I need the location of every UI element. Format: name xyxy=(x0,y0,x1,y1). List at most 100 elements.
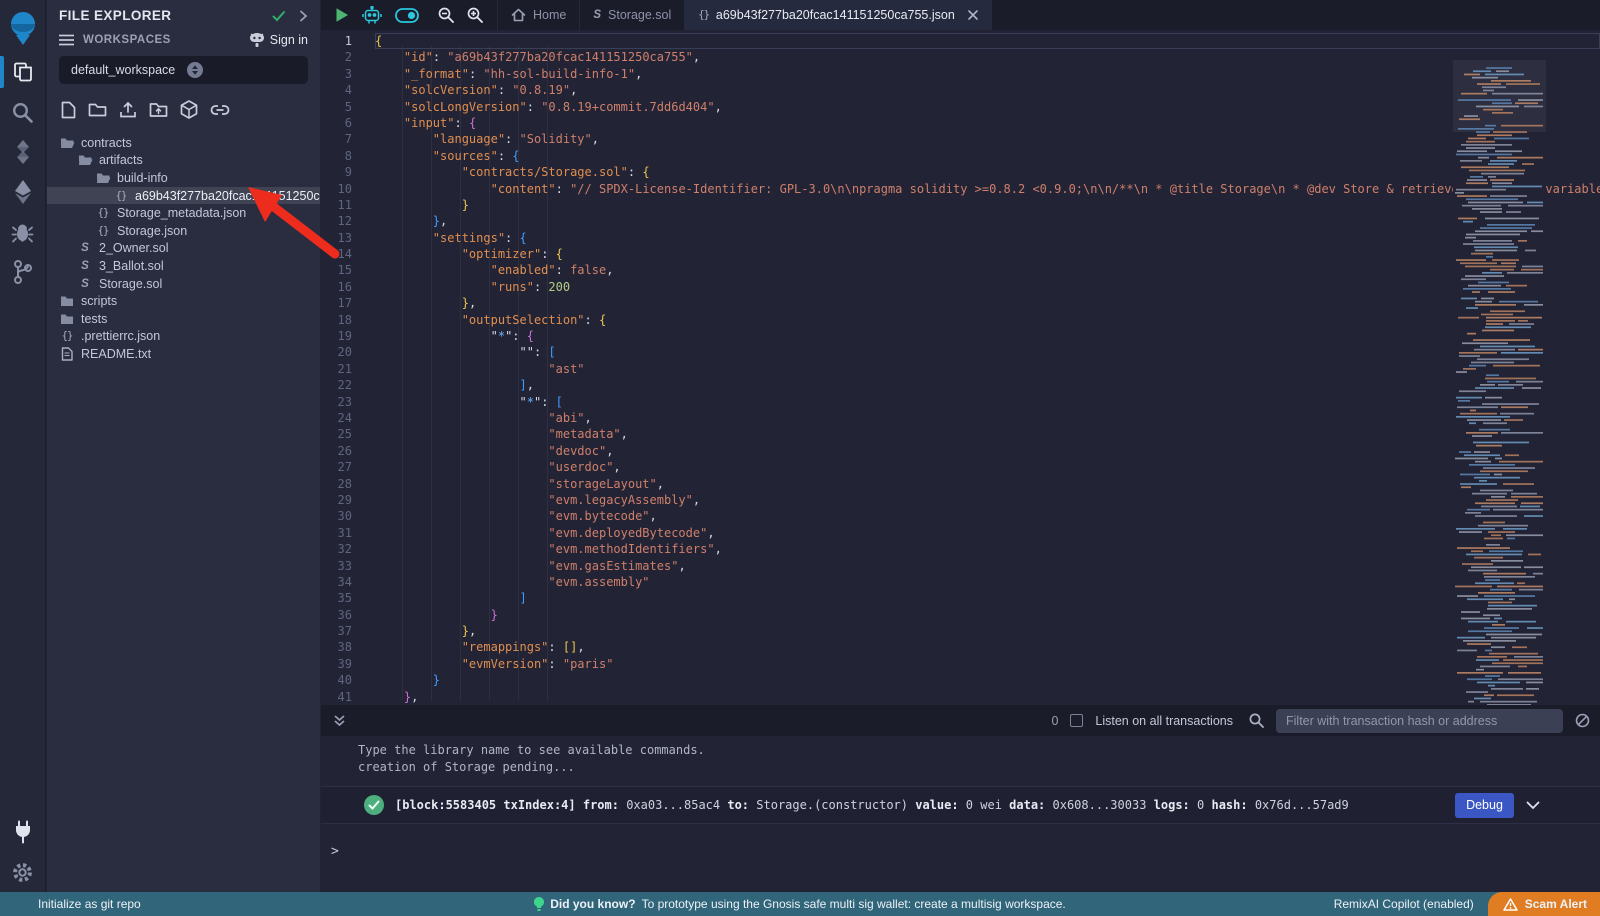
chevron-right-icon[interactable] xyxy=(299,10,308,22)
code-line[interactable]: 23 "*": [ xyxy=(321,394,1600,410)
solidity-compiler-icon[interactable] xyxy=(0,132,46,172)
settings-icon[interactable] xyxy=(0,852,46,892)
editor-tabbar: HomeSStorage.sol{}a69b43f277ba20fcac1411… xyxy=(321,0,1600,30)
plugin-manager-icon[interactable] xyxy=(0,812,46,852)
code-line[interactable]: 3 "_format": "hh-sol-build-info-1", xyxy=(321,66,1600,82)
tree-item-3-ballot-sol[interactable]: S3_Ballot.sol xyxy=(47,257,320,275)
run-script-icon[interactable] xyxy=(335,7,349,23)
code-line[interactable]: 31 "evm.deployedBytecode", xyxy=(321,525,1600,541)
code-line[interactable]: 41 }, xyxy=(321,689,1600,705)
code-line[interactable]: 6 "input": { xyxy=(321,115,1600,131)
git-icon[interactable] xyxy=(0,252,46,292)
ai-copilot-toggle-icon[interactable] xyxy=(395,8,419,23)
code-line[interactable]: 37 }, xyxy=(321,623,1600,639)
tab-home[interactable]: Home xyxy=(497,0,580,30)
tree-item-storage-json[interactable]: {}Storage.json xyxy=(47,222,320,240)
file-explorer-icon[interactable] xyxy=(0,52,46,92)
tree-item-build-info[interactable]: build-info xyxy=(47,169,320,187)
terminal[interactable]: Type the library name to see available c… xyxy=(321,736,1600,892)
code-line[interactable]: 28 "storageLayout", xyxy=(321,476,1600,492)
close-icon[interactable] xyxy=(968,10,978,20)
upload-file-icon[interactable] xyxy=(119,101,137,124)
code-line[interactable]: 7 "language": "Solidity", xyxy=(321,131,1600,147)
remix-logo-icon[interactable] xyxy=(0,4,46,52)
code-line[interactable]: 38 "remappings": [], xyxy=(321,639,1600,655)
code-line[interactable]: 11 } xyxy=(321,197,1600,213)
code-editor[interactable]: 1{2 "id": "a69b43f277ba20fcac141151250ca… xyxy=(321,30,1600,705)
scam-alert-badge[interactable]: Scam Alert xyxy=(1488,892,1600,916)
code-line[interactable]: 27 "userdoc", xyxy=(321,459,1600,475)
code-line[interactable]: 21 "ast" xyxy=(321,361,1600,377)
search-icon[interactable] xyxy=(0,92,46,132)
code-line[interactable]: 13 "settings": { xyxy=(321,230,1600,246)
clear-filter-icon[interactable] xyxy=(1575,713,1590,728)
zoom-out-icon[interactable] xyxy=(438,7,454,23)
code-line[interactable]: 5 "solcLongVersion": "0.8.19+commit.7dd6… xyxy=(321,99,1600,115)
sign-in-button[interactable]: Sign in xyxy=(249,33,308,47)
tx-filter-input[interactable] xyxy=(1276,709,1563,733)
zoom-in-icon[interactable] xyxy=(467,7,483,23)
tab-storage-sol[interactable]: SStorage.sol xyxy=(580,0,685,30)
tree-item-contracts[interactable]: contracts xyxy=(47,134,320,152)
tree-item-artifacts[interactable]: artifacts xyxy=(47,152,320,170)
upload-folder-icon[interactable] xyxy=(149,101,168,123)
expand-tx-chevron-icon[interactable] xyxy=(1526,801,1540,810)
code-line[interactable]: 12 }, xyxy=(321,213,1600,229)
code-line[interactable]: 16 "runs": 200 xyxy=(321,279,1600,295)
workspace-select[interactable]: default_workspace xyxy=(59,56,308,84)
debugger-icon[interactable] xyxy=(0,212,46,252)
new-folder-icon[interactable] xyxy=(88,102,107,123)
folder-open-icon xyxy=(77,154,93,166)
tree-item-2-owner-sol[interactable]: S2_Owner.sol xyxy=(47,240,320,258)
remix-ai-robot-icon[interactable] xyxy=(362,6,382,25)
code-line[interactable]: 29 "evm.legacyAssembly", xyxy=(321,492,1600,508)
tree-item-label: README.txt xyxy=(81,347,151,361)
collapse-terminal-icon[interactable] xyxy=(333,714,346,728)
code-line[interactable]: 34 "evm.assembly" xyxy=(321,574,1600,590)
tree-item-storage-sol[interactable]: SStorage.sol xyxy=(47,275,320,293)
code-line[interactable]: 17 }, xyxy=(321,295,1600,311)
listen-all-checkbox[interactable] xyxy=(1070,714,1083,727)
tree-item-storage-metadata-json[interactable]: {}Storage_metadata.json xyxy=(47,204,320,222)
code-line[interactable]: 10 "content": "// SPDX-License-Identifie… xyxy=(321,181,1600,197)
link-icon[interactable] xyxy=(210,103,230,121)
code-line[interactable]: 15 "enabled": false, xyxy=(321,262,1600,278)
code-line[interactable]: 25 "metadata", xyxy=(321,426,1600,442)
code-line[interactable]: 22 ], xyxy=(321,377,1600,393)
tree-item-a69b43f277ba20fcac141151250ca7-[interactable]: {}a69b43f277ba20fcac141151250ca7... xyxy=(47,187,320,205)
code-line[interactable]: 32 "evm.methodIdentifiers", xyxy=(321,541,1600,557)
tree-item-readme-txt[interactable]: README.txt xyxy=(47,345,320,363)
code-line[interactable]: 18 "outputSelection": { xyxy=(321,312,1600,328)
code-line[interactable]: 30 "evm.bytecode", xyxy=(321,508,1600,524)
line-text: "optimizer": { xyxy=(375,246,1600,262)
code-line[interactable]: 26 "devdoc", xyxy=(321,443,1600,459)
code-line[interactable]: 35 ] xyxy=(321,590,1600,606)
folder-open-icon xyxy=(59,137,75,149)
code-line[interactable]: 24 "abi", xyxy=(321,410,1600,426)
tree-item-scripts[interactable]: scripts xyxy=(47,292,320,310)
code-line[interactable]: 1{ xyxy=(321,33,1600,49)
code-line[interactable]: 14 "optimizer": { xyxy=(321,246,1600,262)
tab-a69b43f277ba20fcac141151250ca755-json[interactable]: {}a69b43f277ba20fcac141151250ca755.json xyxy=(685,0,992,30)
tree-item-tests[interactable]: tests xyxy=(47,310,320,328)
code-line[interactable]: 19 "*": { xyxy=(321,328,1600,344)
transaction-log-row[interactable]: [block:5583405 txIndex:4] from: 0xa03...… xyxy=(321,786,1600,824)
terminal-prompt[interactable]: > xyxy=(331,844,339,859)
code-line[interactable]: 39 "evmVersion": "paris" xyxy=(321,656,1600,672)
workspace-box-icon[interactable] xyxy=(180,100,198,124)
deploy-run-icon[interactable] xyxy=(0,172,46,212)
code-line[interactable]: 9 "contracts/Storage.sol": { xyxy=(321,164,1600,180)
new-file-icon[interactable] xyxy=(61,101,76,124)
code-line[interactable]: 40 } xyxy=(321,672,1600,688)
code-line[interactable]: 20 "": [ xyxy=(321,344,1600,360)
minimap[interactable] xyxy=(1453,60,1546,705)
hamburger-menu-icon[interactable] xyxy=(59,34,74,46)
debug-button[interactable]: Debug xyxy=(1455,793,1514,818)
code-line[interactable]: 8 "sources": { xyxy=(321,148,1600,164)
code-line[interactable]: 4 "solcVersion": "0.8.19", xyxy=(321,82,1600,98)
code-line[interactable]: 33 "evm.gasEstimates", xyxy=(321,558,1600,574)
code-line[interactable]: 36 } xyxy=(321,607,1600,623)
tree-item--prettierrc-json[interactable]: {}.prettierrc.json xyxy=(47,328,320,346)
line-number: 15 xyxy=(321,262,375,278)
code-line[interactable]: 2 "id": "a69b43f277ba20fcac141151250ca75… xyxy=(321,49,1600,65)
